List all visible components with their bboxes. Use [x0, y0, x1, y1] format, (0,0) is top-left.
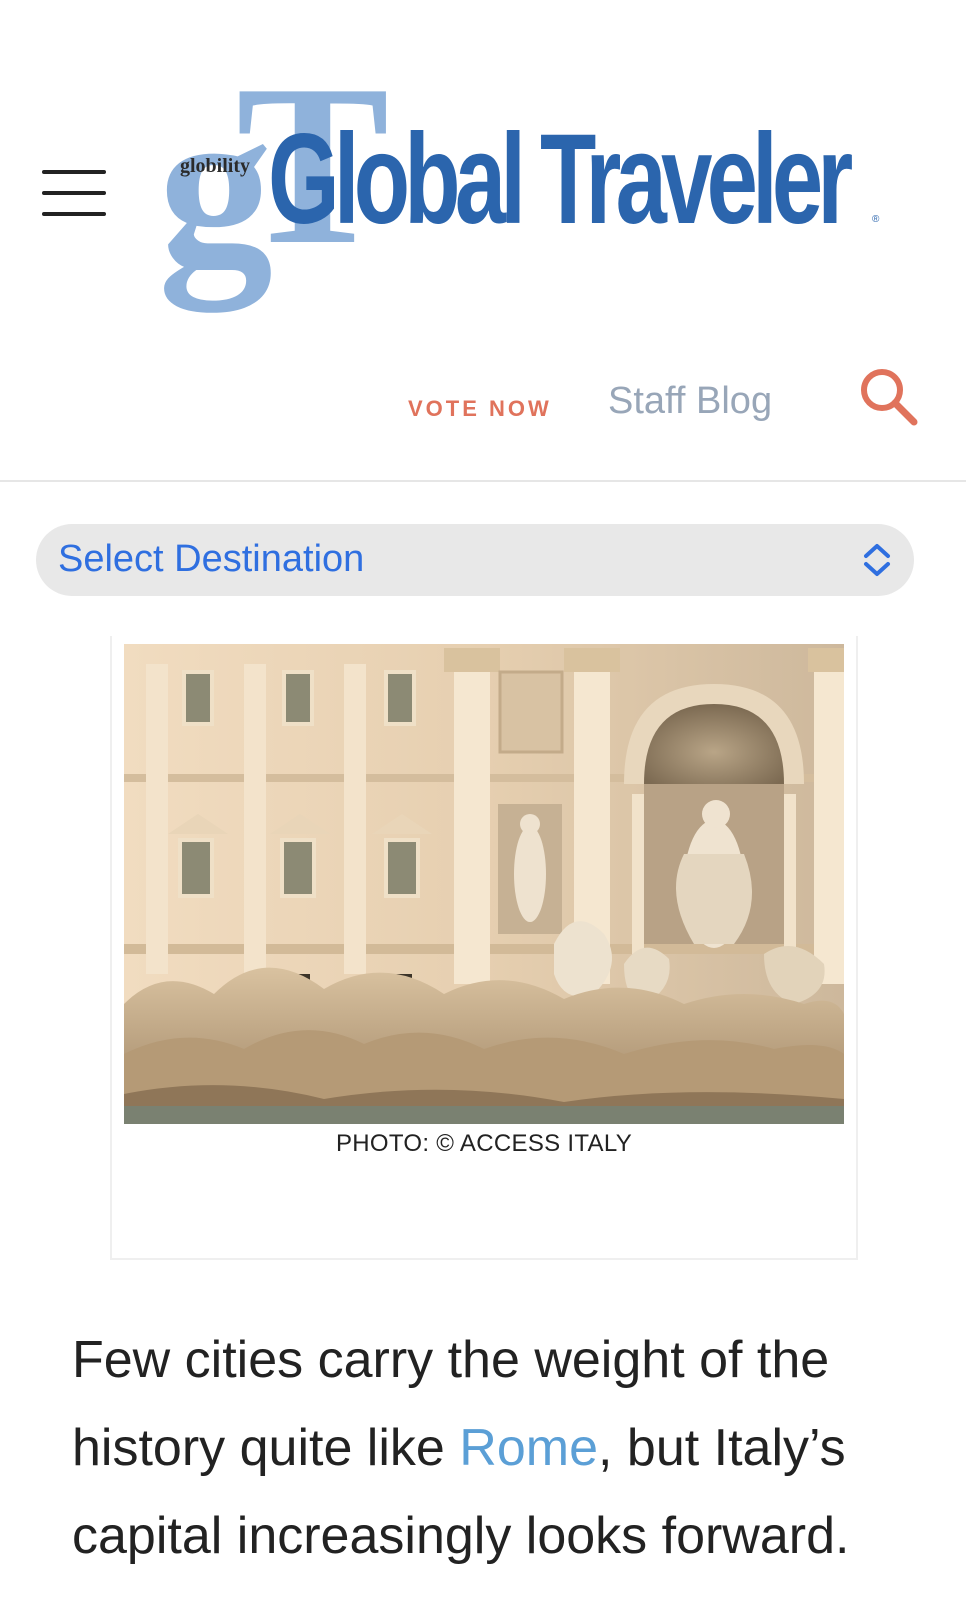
- destination-select[interactable]: Select Destination: [36, 524, 914, 596]
- destination-select-label: Select Destination: [58, 538, 365, 580]
- logo-main-text: Global Traveler: [268, 108, 853, 251]
- search-icon[interactable]: [858, 366, 920, 428]
- trevi-fountain-photo: [124, 644, 844, 1124]
- photo-caption: PHOTO: © ACCESS ITALY: [335, 1130, 633, 1157]
- nav-vote-now-link[interactable]: VOTE NOW: [408, 396, 552, 422]
- nav-staff-blog-link[interactable]: Staff Blog: [608, 380, 772, 423]
- logo-registered-mark: ®: [872, 214, 880, 225]
- article-paragraph: Few cities carry the weight of the histo…: [72, 1316, 872, 1580]
- chevron-up-down-icon: [862, 542, 892, 578]
- hamburger-menu-icon[interactable]: [42, 168, 106, 218]
- site-logo[interactable]: g T globility Global Traveler ®: [158, 50, 898, 310]
- logo-small-brand: globility: [180, 155, 251, 177]
- rome-link[interactable]: Rome: [459, 1419, 598, 1477]
- header-divider: [0, 480, 966, 482]
